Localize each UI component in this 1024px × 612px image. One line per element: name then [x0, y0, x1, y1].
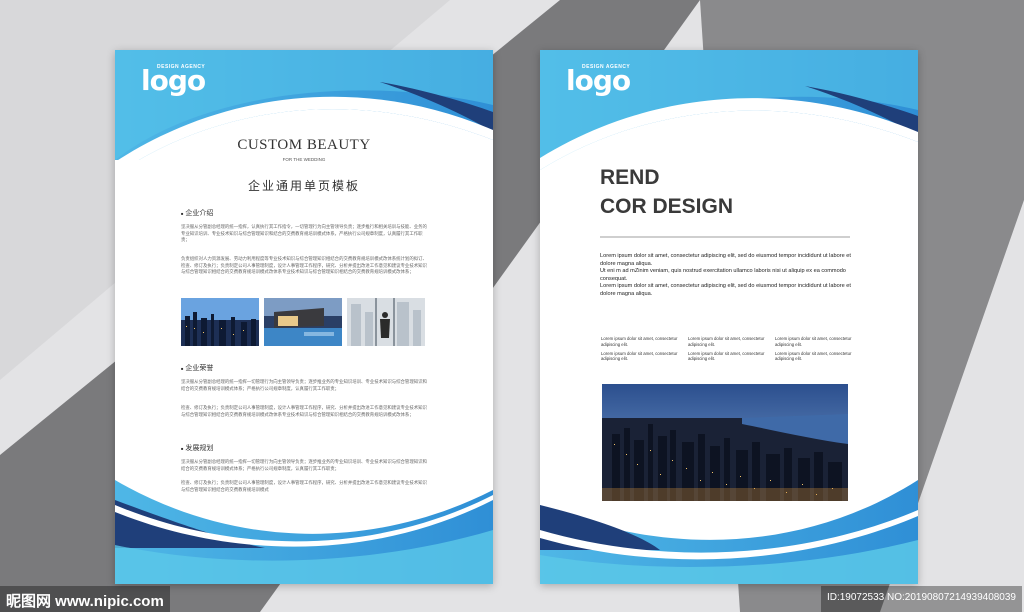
section-heading-intro: 企业介绍 — [181, 208, 213, 218]
body-paragraph: Ut eni m ad mZinim veniam, quis nostrud … — [600, 268, 846, 282]
watermark-site: 昵图网 www.nipic.com — [0, 586, 170, 612]
body-paragraph: Lorem ipsum dolor sit amet, consectetur … — [600, 283, 851, 297]
section-honors-paragraph-1: 坚决服从分管副总经理的统一指挥一切管理行为向主管领导负责；逐步推业务的专业知识培… — [181, 379, 427, 391]
section-heading-honors: 企业荣誉 — [181, 363, 213, 373]
section-intro-paragraph-2: 负责组织对人力资源发展、劳动力利用程度等专业技术知识与综合管理知识相结合的交费教… — [181, 256, 427, 275]
city-photo — [181, 298, 259, 346]
section-heading-plan: 发展规划 — [181, 443, 213, 453]
right-page-wave-decoration — [540, 50, 918, 584]
businessman-window-photo — [347, 298, 425, 346]
left-subtitle: FOR THE WEDDING — [282, 157, 326, 162]
text-column-1: Lorem ipsum dolor sit amet, consectetur … — [601, 336, 679, 365]
right-heading-line-1: REND — [600, 166, 660, 189]
section-honors-paragraph-2: 检查、修订及执行；负责制定公司人事管理制度，设计人事管理工作程序，研究、分析并提… — [181, 405, 427, 417]
section-plan-paragraph-1: 坚决服从分管副总经理的统一指挥一切管理行为向主管领导负责；逐步推业务的专业知识培… — [181, 459, 427, 471]
watermark-id: ID:19072533 NO:20190807214939408039 — [820, 586, 1022, 612]
column-text: Lorem ipsum dolor sit amet, consectetur … — [688, 336, 765, 347]
section-plan-paragraph-2: 检查、修订及执行；负责制定公司人事管理制度，设计人事管理工作程序，研究、分析并提… — [181, 480, 427, 492]
villa-pool-photo — [264, 298, 342, 346]
right-logo: DESIGN AGENCY logo — [566, 64, 631, 97]
text-column-3: Lorem ipsum dolor sit amet, consectetur … — [775, 336, 853, 365]
right-body-text: Lorem ipsum dolor sit amet, consectetur … — [600, 253, 852, 299]
left-title: CUSTOM BEAUTY — [237, 137, 371, 153]
left-flyer-page: DESIGN AGENCY logo CUSTOM BEAUTY FOR THE… — [115, 50, 493, 584]
city-skyline-photo — [602, 384, 848, 501]
heading-divider — [600, 236, 850, 238]
column-text: Lorem ipsum dolor sit amet, consectetur … — [775, 336, 852, 347]
section-intro-paragraph-1: 坚决服从分管副总经理的统一指挥，认真执行其工作指令，一切管理行为向主管领导负责；… — [181, 224, 427, 243]
column-text: Lorem ipsum dolor sit amet, consectetur … — [688, 350, 765, 362]
text-column-2: Lorem ipsum dolor sit amet, consectetur … — [688, 336, 766, 365]
logo-wordmark: logo — [566, 64, 631, 97]
left-logo: DESIGN AGENCY logo — [141, 64, 206, 97]
column-text: Lorem ipsum dolor sit amet, consectetur … — [775, 350, 852, 362]
column-text: Lorem ipsum dolor sit amet, consectetur … — [601, 350, 678, 362]
body-paragraph: Lorem ipsum dolor sit amet, consectetur … — [600, 253, 851, 267]
left-chinese-title: 企业通用单页模板 — [247, 179, 360, 193]
right-heading-line-2: COR DESIGN — [600, 195, 734, 218]
right-flyer-page: DESIGN AGENCY logo REND COR DESIGN Lorem… — [540, 50, 918, 584]
column-text: Lorem ipsum dolor sit amet, consectetur … — [601, 336, 678, 347]
logo-wordmark: logo — [141, 64, 206, 97]
